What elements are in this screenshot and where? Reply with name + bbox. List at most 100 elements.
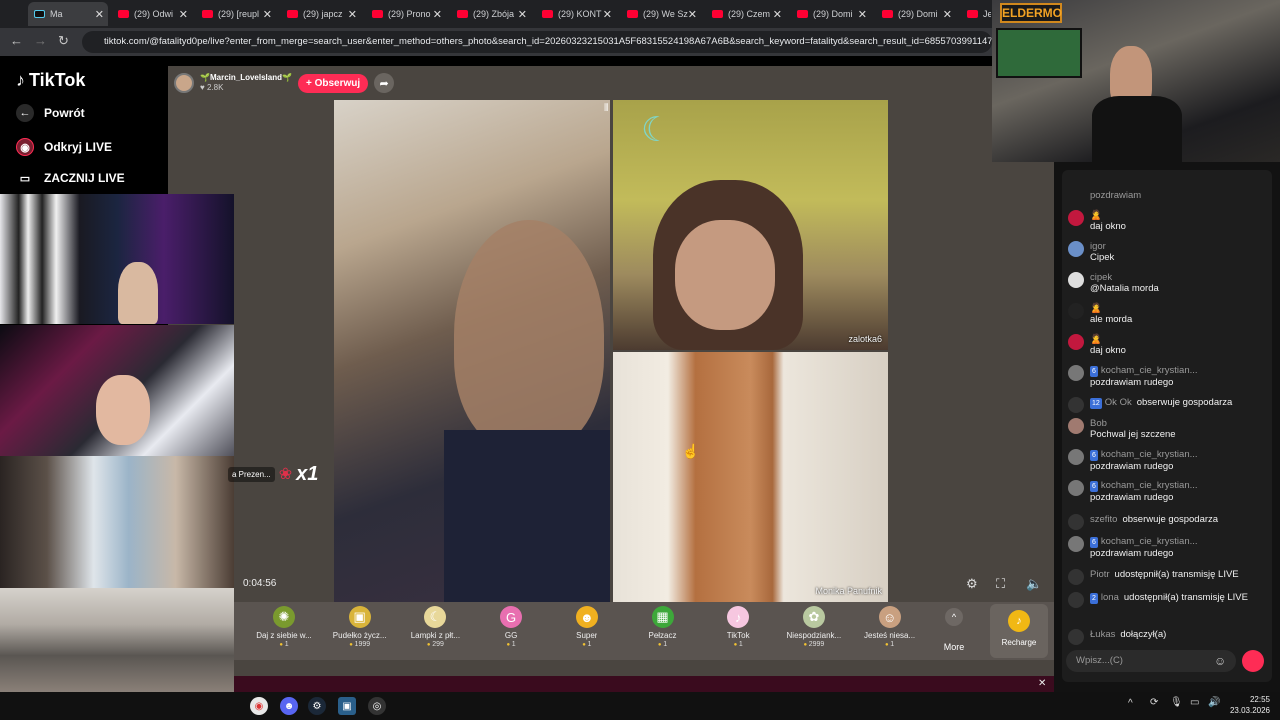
sidebar-item-start-live[interactable]: ▭ ZACZNIJ LIVE [16, 169, 125, 187]
chat-username[interactable]: Bob [1090, 418, 1107, 429]
steam-icon[interactable]: ⚙ [308, 697, 326, 715]
chat-avatar[interactable] [1068, 536, 1084, 552]
browser-tab[interactable]: Je [961, 2, 991, 26]
gift-item[interactable]: ✺ Daj z siebie w...1 [248, 606, 320, 648]
layout-toggle-icon[interactable]: ⦀ [604, 103, 608, 114]
chat-username[interactable]: Łukas [1090, 629, 1115, 640]
volume-icon[interactable]: 🔈 [1026, 576, 1042, 592]
tab-close-icon[interactable]: ✕ [179, 8, 188, 21]
chat-username[interactable]: 🙎 [1090, 334, 1102, 345]
follow-button[interactable]: + Obserwuj [297, 73, 369, 93]
chat-avatar[interactable] [1068, 514, 1084, 530]
gift-item[interactable]: GGG1 [475, 606, 547, 648]
browser-tab[interactable]: (29) KONT ✕ [536, 2, 616, 26]
close-icon[interactable]: ✕ [1038, 678, 1046, 689]
level-badge: 2 [1090, 593, 1098, 604]
browser-tab[interactable]: (29) Domi ✕ [791, 2, 871, 26]
chat-avatar[interactable] [1068, 569, 1084, 585]
chat-avatar[interactable] [1068, 210, 1084, 226]
chat-username[interactable]: kocham_cie_krystian... [1101, 536, 1198, 547]
tab-close-icon[interactable]: ✕ [858, 8, 867, 21]
chat-username[interactable]: igor [1090, 241, 1106, 252]
browser-tab[interactable]: (29) Czem ✕ [706, 2, 786, 26]
chat-username[interactable]: cipek [1090, 272, 1112, 283]
back-arrow-icon[interactable]: ← [10, 33, 23, 48]
browser-tab[interactable]: (29) We Sz ✕ [621, 2, 701, 26]
sidebar-item-label: Odkryj LIVE [44, 140, 113, 154]
chat-username[interactable]: szefito [1090, 514, 1117, 525]
back-link[interactable]: ← Powrót [16, 104, 85, 122]
chat-avatar[interactable] [1068, 418, 1084, 434]
sidebar-item-discover-live[interactable]: ◉ Odkryj LIVE [16, 138, 112, 156]
chat-text: udostępnił(a) transmisję LIVE [1123, 592, 1248, 603]
address-bar[interactable]: tiktok.com/@fatalityd0pe/live?enter_from… [82, 31, 992, 53]
chat-avatar[interactable] [1068, 480, 1084, 496]
recharge-button[interactable]: ♪ Recharge [990, 604, 1048, 658]
host-name[interactable]: 🌱Marcin_Lovelsland🌱 [200, 73, 292, 83]
tab-close-icon[interactable]: ✕ [688, 8, 697, 21]
chat-username[interactable]: kocham_cie_krystian... [1101, 365, 1198, 376]
tab-close-icon[interactable]: ✕ [348, 8, 357, 21]
browser-tab[interactable]: Ma ✕ [28, 2, 108, 26]
chat-username[interactable]: kocham_cie_krystian... [1101, 480, 1198, 491]
obs-icon[interactable]: ◎ [368, 697, 386, 715]
chat-username[interactable]: lona [1101, 592, 1119, 603]
chat-avatar[interactable] [1068, 303, 1084, 319]
chat-text: Pochwal jej szczene [1090, 429, 1176, 440]
more-gifts-button[interactable]: ^ More [936, 606, 972, 652]
gift-item[interactable]: ☾ Lampki z płt...299 [399, 606, 471, 648]
chat-text: dołączył(a) [1120, 629, 1167, 640]
gift-item[interactable]: ☺ Jesteś niesa...1 [854, 606, 926, 648]
forward-arrow-icon[interactable]: → [34, 33, 47, 48]
discord-icon[interactable]: ☻ [280, 697, 298, 715]
chat-avatar[interactable] [1068, 629, 1084, 645]
browser-tab[interactable]: (29) Odwi ✕ [112, 2, 192, 26]
system-clock[interactable]: 22:55 23.03.2026 [1226, 694, 1270, 716]
browser-tab[interactable]: (29) Domi ✕ [876, 2, 956, 26]
app-window-icon[interactable]: ▣ [338, 697, 356, 715]
chat-input[interactable]: Wpisz...(C) [1066, 650, 1236, 672]
tab-close-icon[interactable]: ✕ [773, 8, 782, 21]
browser-tab[interactable]: (29) [reupl ✕ [196, 2, 276, 26]
tray-chevron-icon[interactable]: ^ [1128, 698, 1133, 709]
tab-close-icon[interactable]: ✕ [518, 8, 527, 21]
gift-item[interactable]: ▣ Pudełko życz...1999 [324, 606, 396, 648]
speaker-icon[interactable]: 🔊 [1208, 697, 1220, 708]
gift-item[interactable]: ♪ TikTok1 [702, 606, 774, 648]
tab-close-icon[interactable]: ✕ [95, 8, 104, 21]
chat-avatar[interactable] [1068, 334, 1084, 350]
chat-username[interactable]: 🙎 [1090, 210, 1102, 221]
gift-item[interactable]: ☻ Super1 [551, 606, 623, 648]
chat-username[interactable]: Ok Ok [1105, 397, 1132, 408]
browser-tab[interactable]: (29) Zbója ✕ [451, 2, 531, 26]
sync-icon[interactable]: ⟳ [1150, 697, 1158, 708]
chrome-icon[interactable]: ◉ [250, 697, 268, 715]
chat-avatar[interactable] [1068, 365, 1084, 381]
chat-avatar[interactable] [1068, 592, 1084, 608]
chat-username[interactable]: 🙎 [1090, 303, 1102, 314]
chat-username[interactable]: Piotr [1090, 569, 1110, 580]
share-icon[interactable]: ➦ [374, 73, 395, 93]
tab-close-icon[interactable]: ✕ [943, 8, 952, 21]
reload-icon[interactable]: ↻ [58, 33, 69, 49]
chat-avatar[interactable] [1068, 397, 1084, 413]
network-icon[interactable]: ▭ [1190, 697, 1199, 708]
fullscreen-icon[interactable]: ⛶ [996, 576, 1005, 592]
emoji-icon[interactable]: ☺ [1214, 654, 1226, 668]
tab-close-icon[interactable]: ✕ [603, 8, 612, 21]
chat-avatar[interactable] [1068, 241, 1084, 257]
gift-item[interactable]: ✿ Niespodziank...2999 [778, 606, 850, 648]
chat-avatar[interactable] [1068, 449, 1084, 465]
microphone-icon[interactable]: 🎙 [1170, 697, 1183, 708]
gift-item[interactable]: ▦ Pełzacz1 [627, 606, 699, 648]
chat-avatar[interactable] [1068, 272, 1084, 288]
chat-username[interactable]: kocham_cie_krystian... [1101, 449, 1198, 460]
host-avatar[interactable] [174, 73, 194, 93]
tab-close-icon[interactable]: ✕ [263, 8, 272, 21]
tiktok-logo[interactable]: ♪ TikTok [16, 70, 85, 91]
browser-tab[interactable]: (29) Prono ✕ [366, 2, 446, 26]
tab-close-icon[interactable]: ✕ [433, 8, 442, 21]
settings-gear-icon[interactable]: ⚙ [966, 576, 978, 592]
browser-tab[interactable]: (29) japcz ✕ [281, 2, 361, 26]
like-heart-button[interactable] [1242, 650, 1264, 672]
